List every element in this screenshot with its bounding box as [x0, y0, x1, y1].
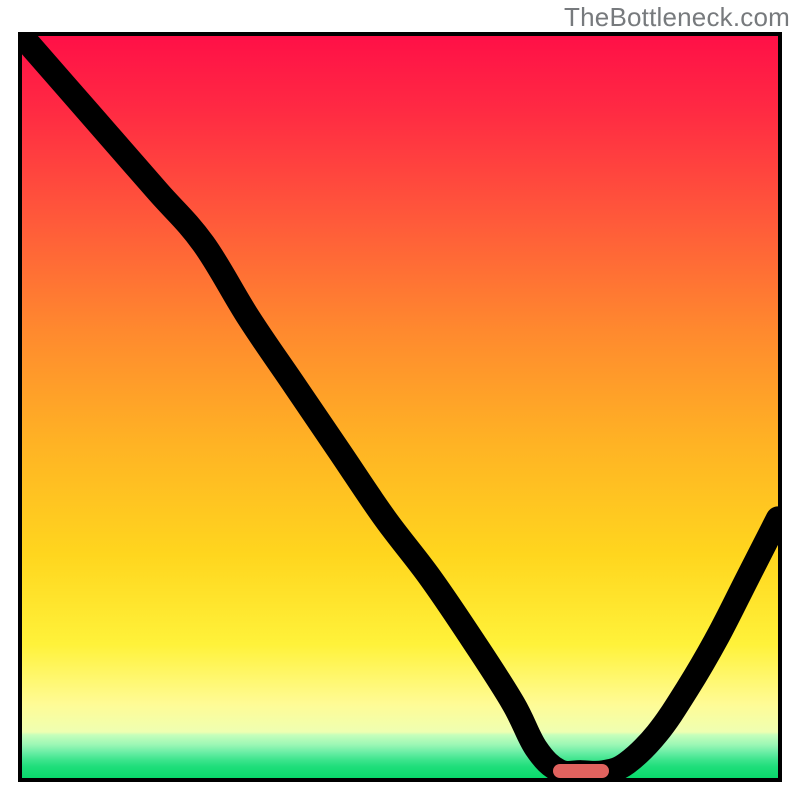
minimum-marker — [553, 764, 609, 778]
bottleneck-curve — [22, 36, 778, 778]
chart-plot-area — [18, 32, 782, 782]
watermark-text: TheBottleneck.com — [564, 2, 790, 33]
